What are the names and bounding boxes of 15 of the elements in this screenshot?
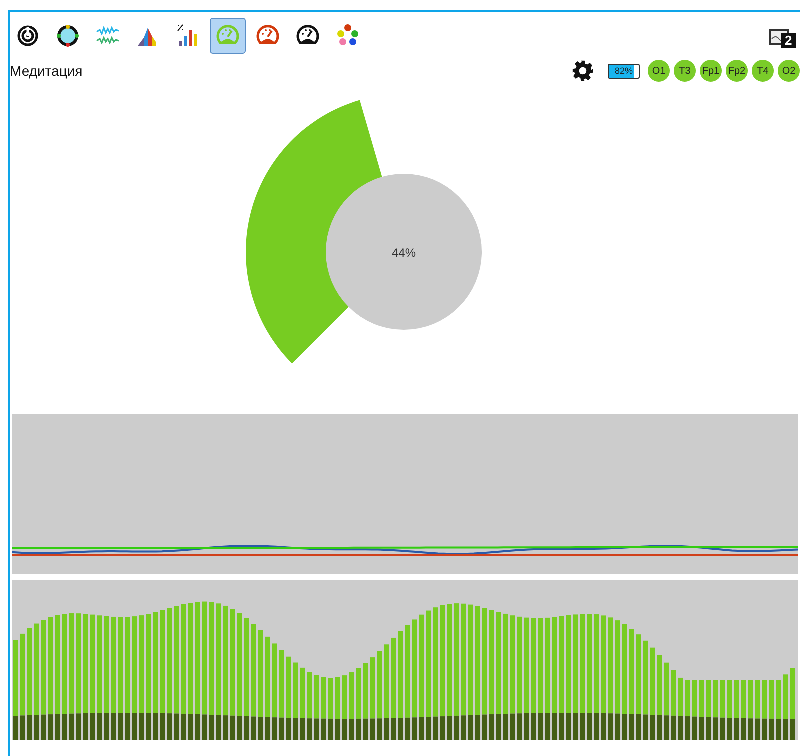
channel-indicator: O1 xyxy=(648,60,670,82)
channel-indicator: T4 xyxy=(752,60,774,82)
ring-icon xyxy=(56,24,80,48)
mode-title: Медитация xyxy=(10,62,83,81)
channel-indicator: T3 xyxy=(674,60,696,82)
gauge-reading: 44% xyxy=(392,246,416,260)
dots-icon xyxy=(336,24,360,48)
screens-button[interactable]: 2 xyxy=(768,20,800,56)
channel-indicator: O2 xyxy=(778,60,800,82)
bar-chart-icon xyxy=(176,24,200,48)
settings-icon[interactable] xyxy=(572,60,594,82)
battery-indicator: 82% xyxy=(608,64,640,78)
radar-icon xyxy=(16,24,40,48)
channel-indicator: Fp2 xyxy=(726,60,748,82)
channel-indicator: Fp1 xyxy=(700,60,722,82)
